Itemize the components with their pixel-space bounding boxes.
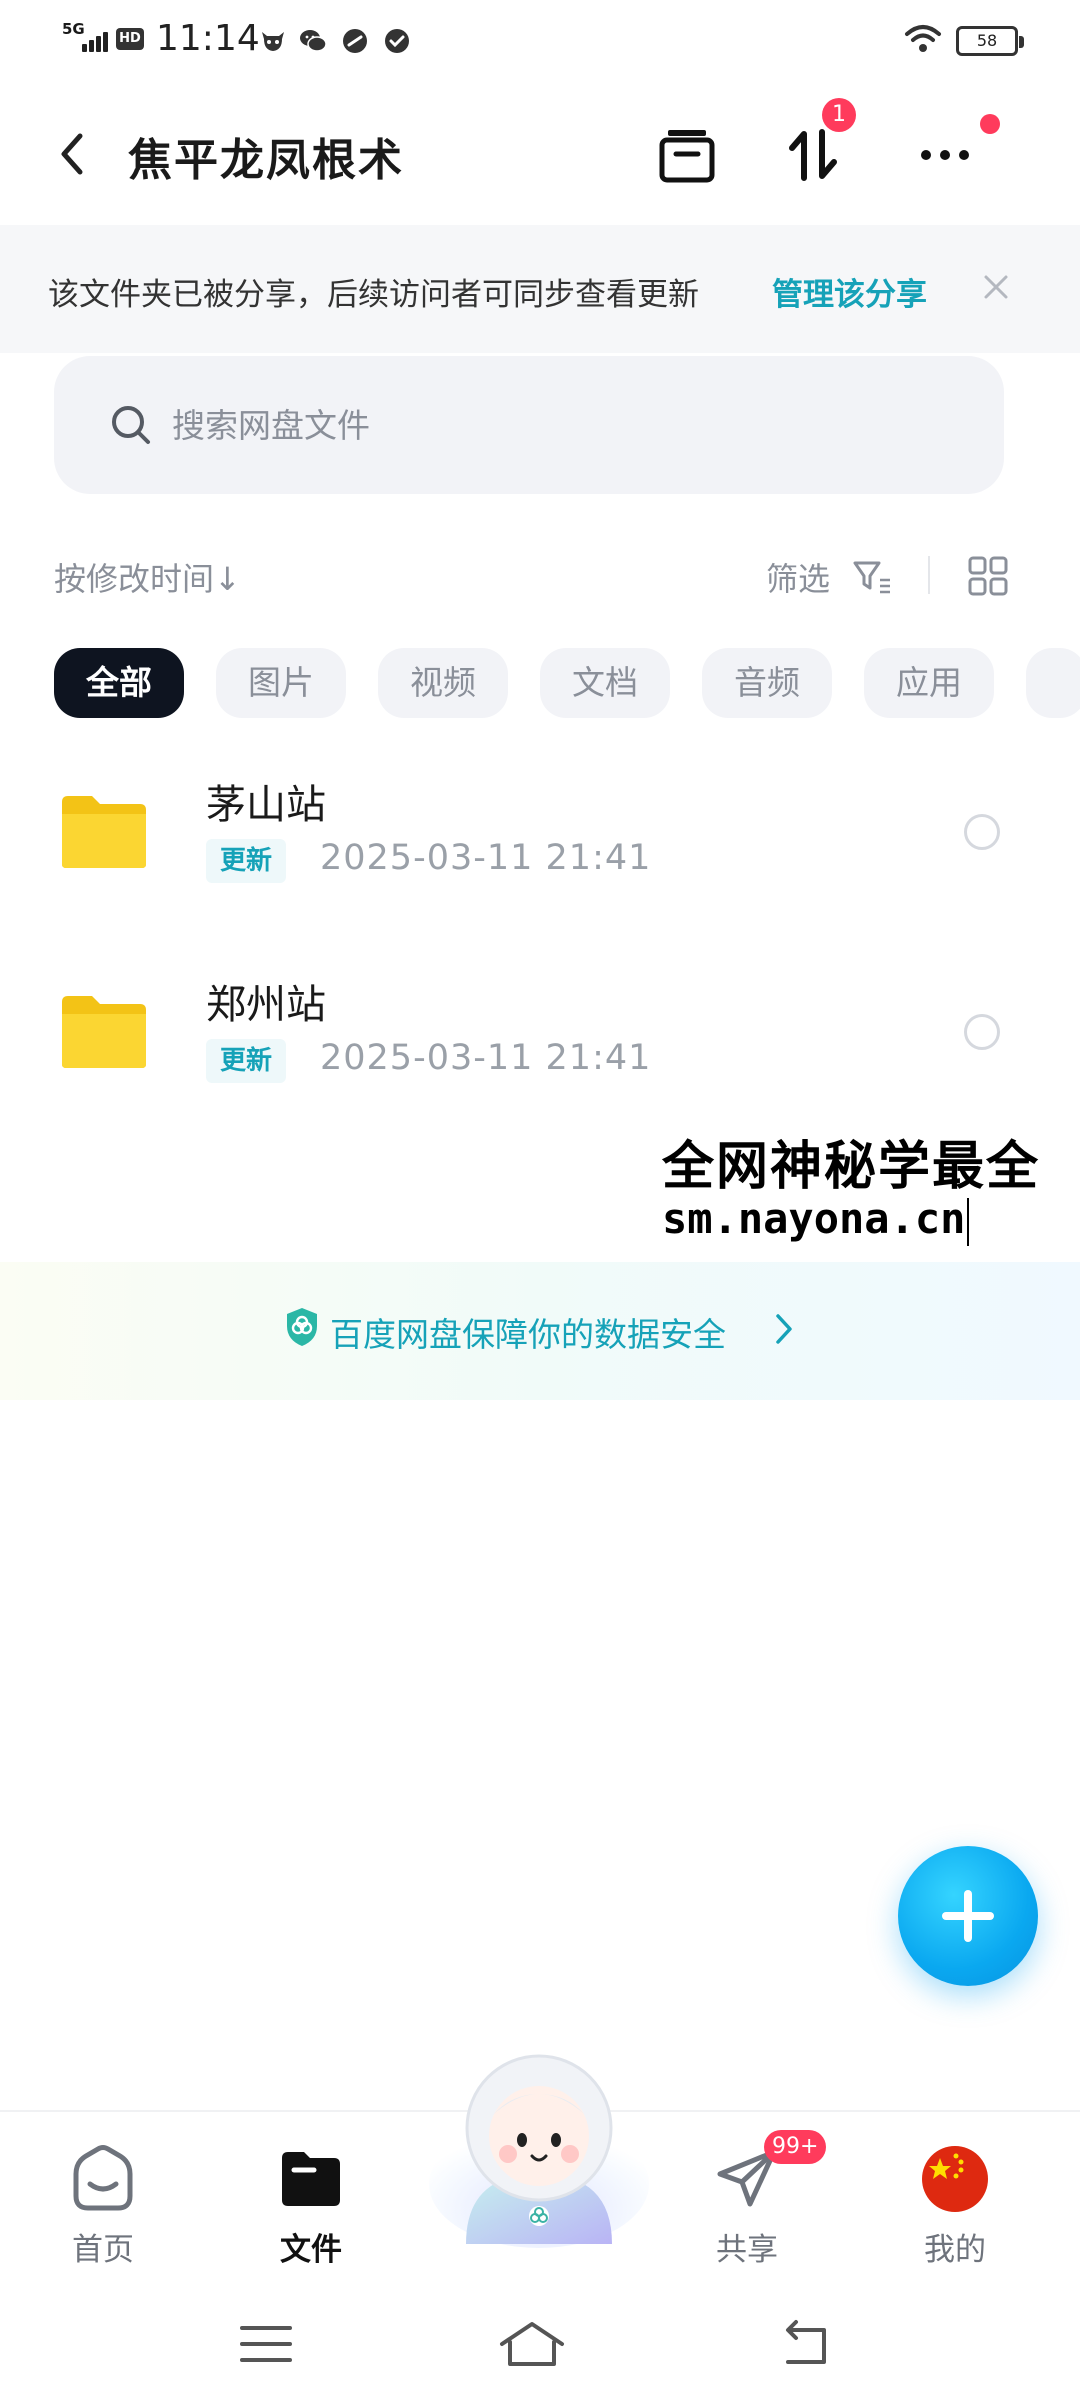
file-list-item[interactable]: 茅山站 更新 2025-03-11 21:41 [0,742,1080,942]
link-app-icon [343,29,367,53]
archive-box-icon[interactable] [654,122,720,188]
menu-icon[interactable] [236,2318,296,2370]
tab-apps[interactable]: 应用 [864,648,994,718]
search-icon [112,406,150,444]
status-bar: 5G HD 11:14 58 [0,0,1080,80]
search-input[interactable] [172,398,872,452]
category-tabs: 全部 图片 视频 文档 音频 应用 [54,648,1080,718]
nav-mine[interactable]: 我的 [880,2132,1030,2272]
file-date: 2025-03-11 21:41 [320,838,652,878]
add-button[interactable] [898,1846,1038,1986]
notification-dot [980,114,1000,134]
grid-view-icon[interactable] [966,554,1010,598]
tab-documents[interactable]: 文档 [540,648,670,718]
hd-indicator: HD [116,28,144,50]
sort-filter-row: 按修改时间↓ 筛选 [0,540,1080,610]
file-list-item[interactable]: 郑州站 更新 2025-03-11 21:41 [0,942,1080,1142]
select-checkbox[interactable] [964,814,1000,850]
filter-icon[interactable] [852,558,892,596]
tab-audio[interactable]: 音频 [702,648,832,718]
home-face-icon [73,2145,133,2211]
avatar-flag-icon [922,2146,988,2212]
transfer-button[interactable]: 1 [780,98,856,188]
tab-more[interactable] [1026,648,1080,718]
sort-by-modified-time[interactable]: 按修改时间↓ [54,554,241,600]
nav-home[interactable]: 首页 [28,2132,178,2272]
folder-icon [282,2152,340,2206]
shield-icon [287,1308,317,1346]
update-badge: 更新 [206,839,287,883]
file-date: 2025-03-11 21:41 [320,1038,652,1078]
nav-mine-label: 我的 [924,2232,986,2268]
status-time: 11:14 [156,18,260,59]
watermark-url: sm.nayona.cn [662,1194,970,1246]
nav-share-label: 共享 [716,2232,778,2268]
watermark-url-text: sm.nayona.cn [662,1194,966,1243]
share-notice-bar: 该文件夹已被分享，后续访问者可同步查看更新 管理该分享 [0,225,1080,353]
transfer-badge: 1 [822,98,856,132]
more-button[interactable] [912,114,1000,188]
nav-files-label: 文件 [280,2232,342,2268]
file-name: 郑州站 [206,982,326,1028]
more-dots-icon [921,150,969,160]
cow-app-icon [262,32,284,51]
nav-files[interactable]: 文件 [236,2132,386,2272]
divider [928,556,930,594]
wechat-icon [300,30,327,52]
search-bar[interactable] [54,356,1004,494]
nav-share[interactable]: 99+ 共享 [672,2130,827,2272]
top-bar: 焦平龙凤根术 1 [0,98,1080,210]
cellular-signal-icon: 5G [62,20,110,52]
network-type: 5G [62,20,85,38]
update-badge: 更新 [206,1039,287,1083]
file-name: 茅山站 [206,782,326,828]
folder-icon [62,996,146,1068]
close-icon[interactable] [976,267,1016,307]
tab-all[interactable]: 全部 [54,648,184,718]
tab-images[interactable]: 图片 [216,648,346,718]
back-arrow-icon[interactable] [46,124,96,184]
folder-icon [62,796,146,868]
manage-share-link[interactable]: 管理该分享 [772,269,927,314]
system-navigation-bar [0,2290,1080,2400]
home-icon[interactable] [496,2318,568,2370]
check-circle-icon [385,29,409,53]
chevron-right-icon [776,1314,792,1344]
wifi-icon [905,25,941,52]
page-title: 焦平龙凤根术 [128,135,404,186]
nav-home-label: 首页 [72,2232,134,2268]
share-notice-text: 该文件夹已被分享，后续访问者可同步查看更新 [48,277,699,313]
tab-videos[interactable]: 视频 [378,648,508,718]
battery-icon: 58 [956,26,1024,56]
security-banner-text: 百度网盘保障你的数据安全 [330,1315,726,1354]
watermark-text: 全网神秘学最全 [662,1137,1041,1197]
security-banner[interactable]: 百度网盘保障你的数据安全 [0,1262,1080,1400]
mascot-button[interactable] [426,2044,652,2254]
select-checkbox[interactable] [964,1014,1000,1050]
share-badge: 99+ [764,2130,827,2164]
filter-button[interactable]: 筛选 [766,554,830,600]
back-icon[interactable] [776,2318,836,2370]
